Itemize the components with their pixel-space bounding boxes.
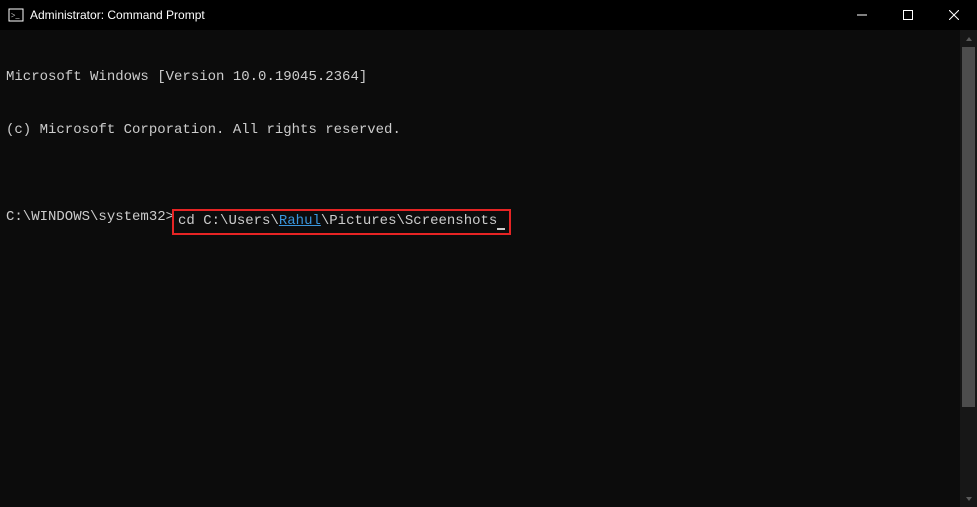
cmd-icon: >_ <box>8 7 24 23</box>
command-user: Rahul <box>279 213 321 229</box>
command-post: \Pictures\Screenshots <box>321 213 497 229</box>
scrollbar-up-icon[interactable] <box>960 30 977 47</box>
scrollbar[interactable] <box>960 30 977 507</box>
titlebar-left: >_ Administrator: Command Prompt <box>8 7 205 23</box>
minimize-button[interactable] <box>839 0 885 30</box>
command-highlight: cd C:\Users\Rahul\Pictures\Screenshots <box>172 209 511 235</box>
window-title: Administrator: Command Prompt <box>30 8 205 22</box>
scrollbar-thumb[interactable] <box>962 47 975 407</box>
copyright-line: (c) Microsoft Corporation. All rights re… <box>6 122 971 140</box>
terminal-area[interactable]: Microsoft Windows [Version 10.0.19045.23… <box>0 30 977 507</box>
scrollbar-down-icon[interactable] <box>960 490 977 507</box>
window-controls <box>839 0 977 30</box>
maximize-button[interactable] <box>885 0 931 30</box>
titlebar[interactable]: >_ Administrator: Command Prompt <box>0 0 977 30</box>
svg-text:>_: >_ <box>11 11 21 20</box>
prompt-line: C:\WINDOWS\system32>cd C:\Users\Rahul\Pi… <box>6 209 971 235</box>
version-line: Microsoft Windows [Version 10.0.19045.23… <box>6 69 971 87</box>
cursor <box>497 228 505 230</box>
close-button[interactable] <box>931 0 977 30</box>
command-pre: cd C:\Users\ <box>178 213 279 229</box>
prompt-text: C:\WINDOWS\system32> <box>6 209 174 235</box>
